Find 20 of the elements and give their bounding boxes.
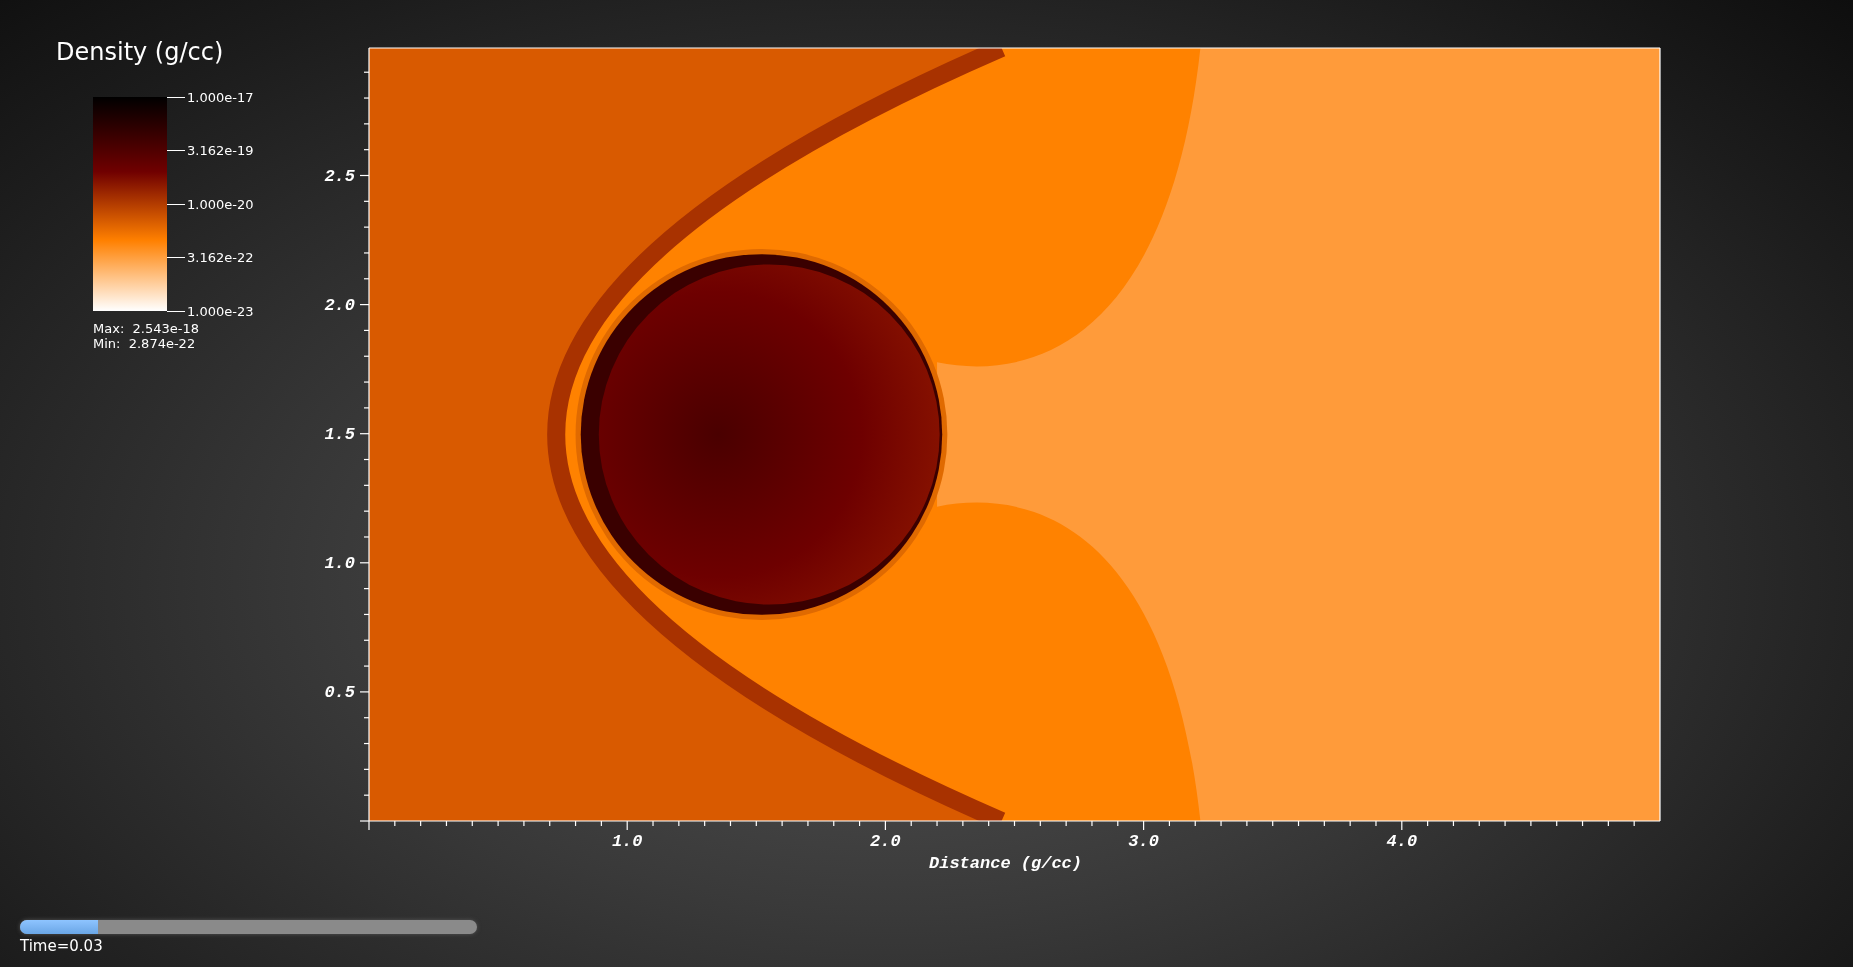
axis-tick-label: 2.0 [869,832,902,851]
time-slider[interactable] [20,920,477,934]
colorbar-label: 1.000e-20 [187,196,254,212]
axis-tick-label: 1.0 [610,832,644,851]
colorbar-label: 3.162e-19 [187,143,254,158]
colorbar-label: 3.162e-22 [187,250,254,265]
axis-tick-label: 4.0 [1385,832,1419,851]
axis-tick-label: 1.5 [324,424,355,444]
legend-title: Density (g/cc) [56,38,225,66]
axis-tick-label: 3.0 [1127,832,1160,851]
axis-title: Distance (g/cc) [929,854,1083,873]
colorbar-label: 1.000e-23 [187,303,254,319]
axis-tick-label: 2.0 [324,295,355,315]
time-label: Time=0.03 [20,937,104,955]
colorbar-label: 1.000e-17 [187,89,254,105]
min-value: Min: 2.874e-22 [93,336,196,351]
axis-tick-label: 2.5 [324,166,355,186]
axis-tick-label: 1.0 [324,553,355,573]
max-value: Max: 2.543e-18 [93,321,199,336]
axis-tick-label: 0.5 [324,682,355,702]
